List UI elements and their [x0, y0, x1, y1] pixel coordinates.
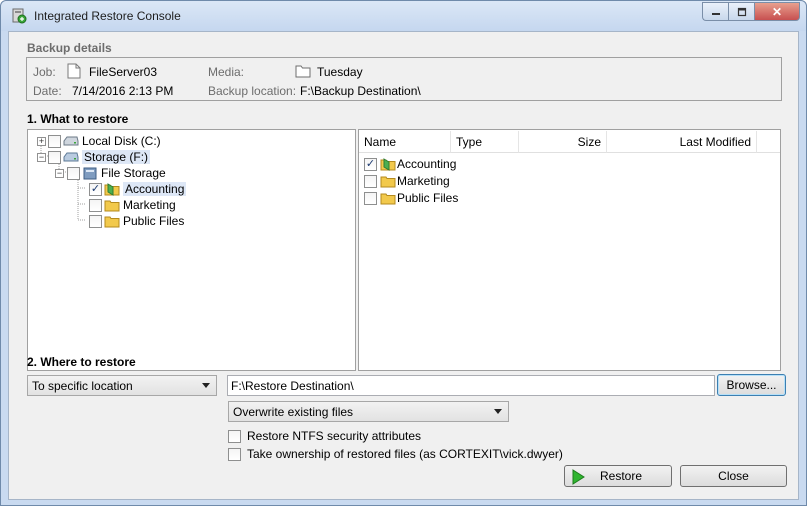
restore-ntfs-option[interactable]: Restore NTFS security attributes: [228, 429, 421, 443]
folder-icon: [380, 193, 396, 205]
file-name: Public Files: [397, 191, 459, 205]
backup-location-label: Backup location:: [208, 84, 297, 98]
column-header-type[interactable]: Type: [451, 131, 519, 153]
share-icon: [83, 167, 97, 180]
restore-ntfs-checkbox[interactable]: [228, 429, 241, 443]
window-title: Integrated Restore Console: [34, 9, 181, 23]
job-value: FileServer03: [89, 65, 158, 79]
expand-icon[interactable]: +: [37, 136, 46, 146]
backup-details-box: Job: FileServer03 Date: 7/14/2016 2:13 P…: [26, 57, 782, 101]
date-value: 7/14/2016 2:13 PM: [72, 84, 174, 98]
backup-location-value: F:\Backup Destination\: [300, 84, 421, 98]
tree-checkbox[interactable]: [48, 150, 61, 164]
column-header-name[interactable]: Name: [359, 131, 451, 153]
tree-checkbox[interactable]: ✓: [89, 182, 102, 196]
media-folder-icon: [295, 65, 311, 78]
overwrite-mode-dropdown[interactable]: Overwrite existing files: [228, 401, 509, 422]
tree-item-label: Local Disk (C:): [82, 134, 161, 148]
folder-icon: [104, 200, 120, 212]
tree-item-label: File Storage: [101, 166, 166, 180]
job-label: Job:: [33, 65, 56, 79]
tree-item-file-storage[interactable]: − File Storage: [55, 165, 166, 181]
maximize-button[interactable]: [728, 2, 754, 21]
file-name: Marketing: [397, 174, 450, 188]
minimize-icon: [711, 12, 720, 15]
restore-mode-dropdown[interactable]: To specific location: [27, 375, 217, 396]
file-list[interactable]: Name Type Size Last Modified ✓ Accountin…: [358, 129, 781, 371]
tree-checkbox[interactable]: [89, 198, 102, 212]
window-controls: ✕: [702, 2, 800, 22]
folder-green-icon: [380, 158, 396, 171]
file-checkbox[interactable]: [364, 174, 377, 188]
collapse-icon[interactable]: −: [55, 168, 64, 178]
take-ownership-label: Take ownership of restored files (as COR…: [247, 447, 563, 461]
folder-green-icon: [104, 183, 120, 196]
file-checkbox[interactable]: ✓: [364, 157, 377, 171]
restore-button-label: Restore: [599, 469, 643, 483]
tree-item-label: Public Files: [123, 214, 185, 228]
media-value: Tuesday: [317, 65, 363, 79]
file-checkbox[interactable]: [364, 191, 377, 205]
date-label: Date:: [33, 84, 62, 98]
overwrite-mode-value: Overwrite existing files: [233, 404, 354, 419]
what-to-restore-heading: 1. What to restore: [27, 112, 129, 126]
media-label: Media:: [208, 65, 245, 79]
chevron-down-icon: [494, 409, 502, 414]
backup-details-heading: Backup details: [27, 41, 112, 55]
close-button[interactable]: Close: [680, 465, 787, 487]
minimize-button[interactable]: [702, 2, 728, 21]
tree-item-label: Storage (F:): [82, 150, 151, 164]
browse-button[interactable]: Browse...: [717, 374, 786, 396]
tree-item-public-files[interactable]: Public Files: [89, 213, 184, 229]
where-to-restore-heading: 2. Where to restore: [27, 355, 136, 369]
restore-button[interactable]: Restore: [564, 465, 672, 487]
column-header-size[interactable]: Size: [519, 131, 607, 153]
file-row-public-files[interactable]: Public Files: [364, 190, 458, 206]
take-ownership-checkbox[interactable]: [228, 447, 241, 461]
file-row-marketing[interactable]: Marketing: [364, 173, 450, 189]
tree-item-label: Marketing: [123, 198, 176, 212]
file-name: Accounting: [397, 157, 457, 171]
tree-item-marketing[interactable]: Marketing: [89, 197, 176, 213]
maximize-icon: [737, 7, 746, 16]
restore-path-input[interactable]: F:\Restore Destination\: [227, 375, 715, 396]
drive-icon: [63, 152, 79, 162]
folder-icon: [380, 176, 396, 188]
app-icon: [12, 8, 27, 24]
restore-mode-value: To specific location: [32, 378, 133, 393]
collapse-icon[interactable]: −: [37, 152, 46, 162]
tree-checkbox[interactable]: [89, 214, 102, 228]
tree-item-local-disk[interactable]: + Local Disk (C:): [37, 133, 161, 149]
column-header-last-modified[interactable]: Last Modified: [607, 131, 757, 153]
tree-checkbox[interactable]: [48, 134, 61, 148]
drive-icon: [63, 136, 79, 146]
close-icon: ✕: [771, 4, 783, 19]
folder-icon: [104, 216, 120, 228]
play-icon: [572, 469, 585, 485]
file-icon: [67, 63, 81, 79]
tree-item-storage[interactable]: − Storage (F:): [37, 149, 151, 165]
close-window-button[interactable]: ✕: [754, 2, 800, 21]
tree-checkbox[interactable]: [67, 166, 80, 180]
dialog-client-area: Backup details Job: FileServer03 Date: 7…: [8, 31, 799, 500]
restore-console-window: Integrated Restore Console ✕ Backup deta…: [0, 0, 807, 506]
take-ownership-option[interactable]: Take ownership of restored files (as COR…: [228, 447, 563, 461]
file-row-accounting[interactable]: ✓ Accounting: [364, 156, 456, 172]
chevron-down-icon: [202, 383, 210, 388]
tree-item-label: Accounting: [123, 182, 187, 196]
title-bar[interactable]: Integrated Restore Console ✕: [1, 1, 806, 31]
tree-item-accounting[interactable]: ✓ Accounting: [89, 181, 187, 197]
column-header-filler: [757, 131, 780, 153]
folder-tree[interactable]: + Local Disk (C:) − Storage (F:) − File …: [27, 129, 356, 371]
restore-ntfs-label: Restore NTFS security attributes: [247, 429, 422, 443]
